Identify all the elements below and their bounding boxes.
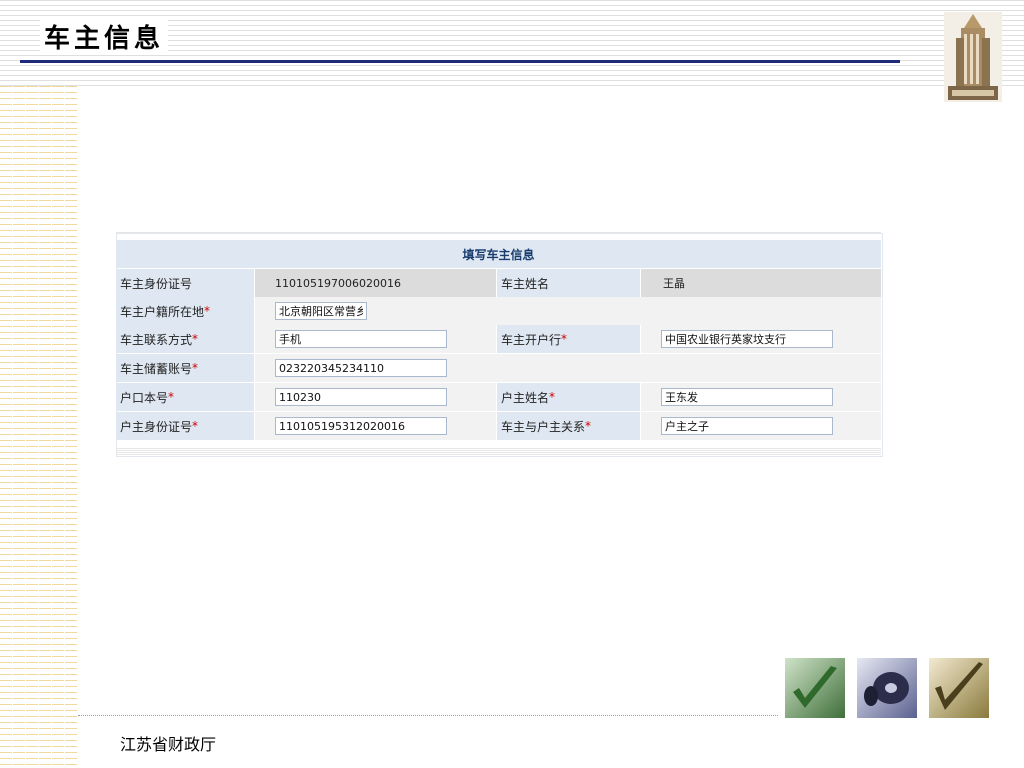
label-text: 车主储蓄账号 xyxy=(120,361,193,376)
blue-disc-image xyxy=(857,658,917,718)
required-mark: * xyxy=(549,390,556,404)
required-mark: * xyxy=(168,390,175,404)
relation-input[interactable] xyxy=(661,417,833,435)
owner-id-value: 110105197006020016 xyxy=(255,269,496,297)
form-row-head-id: 户主身份证号* 车主与户主关系* xyxy=(116,412,881,440)
form-heading: 填写车主信息 xyxy=(116,240,881,268)
label-text: 户主姓名 xyxy=(501,390,550,405)
label-text: 车主与户主关系 xyxy=(501,419,586,434)
required-mark: * xyxy=(192,332,199,346)
owner-id-text: 110105197006020016 xyxy=(275,276,401,290)
panel-bottom-stripes xyxy=(116,448,881,456)
green-checkmark-image xyxy=(785,658,845,718)
field-label-household-book: 户口本号 * xyxy=(116,383,254,411)
gold-checkmark-image xyxy=(929,658,989,718)
label-text: 车主姓名 xyxy=(501,276,550,291)
head-name-input[interactable] xyxy=(661,388,833,406)
required-mark: * xyxy=(204,304,211,318)
title-rule xyxy=(20,60,900,63)
form-row-household: 户口本号* 户主姓名* xyxy=(116,383,881,411)
owner-name-value: 王晶 xyxy=(641,269,881,297)
residence-input[interactable] xyxy=(275,302,367,320)
household-book-input[interactable] xyxy=(275,388,447,406)
required-mark: * xyxy=(585,419,592,433)
left-line-pattern xyxy=(0,86,78,768)
form-row-savings: 车主储蓄账号 * xyxy=(116,354,881,382)
form-row-contact: 车主联系方式* 车主开户行* xyxy=(116,325,881,353)
label-text: 户口本号 xyxy=(120,390,169,405)
label-text: 车主身份证号 xyxy=(120,276,193,291)
label-text: 车主户籍所在地 xyxy=(120,304,205,319)
contact-input[interactable] xyxy=(275,330,447,348)
field-label-contact: 车主联系方式 * xyxy=(116,325,254,353)
form-row-id: 车主身份证号 110105197006020016 车主姓名 王晶 xyxy=(116,269,881,297)
head-id-input[interactable] xyxy=(275,417,447,435)
field-label-head-name: 户主姓名 * xyxy=(497,383,640,411)
label-text: 车主联系方式 xyxy=(120,332,193,347)
required-mark: * xyxy=(192,419,199,433)
owner-name-text: 王晶 xyxy=(663,277,685,290)
building-photo xyxy=(944,12,1002,102)
field-label-head-id: 户主身份证号 * xyxy=(116,412,254,440)
required-mark: * xyxy=(561,332,568,346)
field-label-savings: 车主储蓄账号 * xyxy=(116,354,254,382)
field-label-bank: 车主开户行 * xyxy=(497,325,640,353)
slide-title: 车主信息 xyxy=(40,18,169,55)
field-label-owner-name: 车主姓名 xyxy=(497,269,640,297)
field-label-owner-id: 车主身份证号 xyxy=(116,269,254,297)
bank-input[interactable] xyxy=(661,330,833,348)
field-label-residence: 车主户籍所在地 * xyxy=(116,297,254,325)
label-text: 户主身份证号 xyxy=(120,419,193,434)
label-text: 车主开户行 xyxy=(501,332,562,347)
field-label-relation: 车主与户主关系 * xyxy=(497,412,640,440)
footer-text: 江苏省财政厅 xyxy=(120,735,217,754)
savings-input[interactable] xyxy=(275,359,447,377)
form-row-residence: 车主户籍所在地 * xyxy=(116,297,881,325)
required-mark: * xyxy=(192,361,199,375)
footer-rule xyxy=(78,715,778,716)
